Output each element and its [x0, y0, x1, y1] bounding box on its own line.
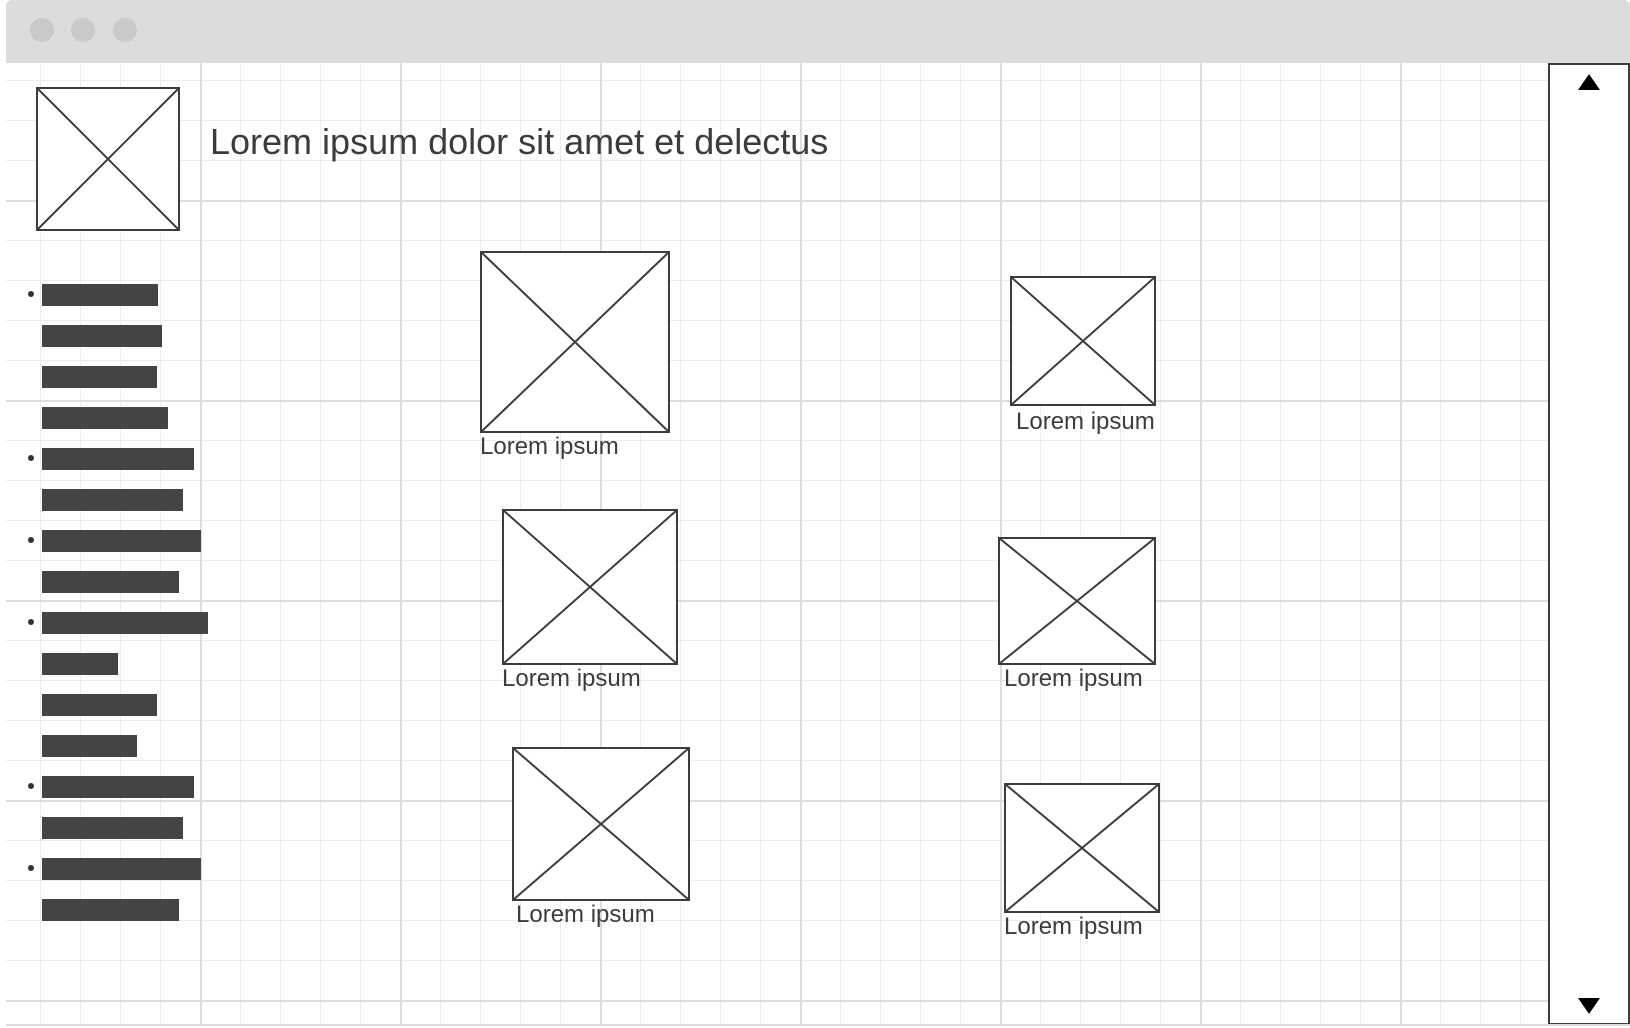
nav-item-text-placeholder	[42, 653, 118, 675]
gallery-image-placeholder-icon[interactable]	[1004, 783, 1160, 913]
gallery-image-placeholder-icon[interactable]	[1010, 276, 1156, 406]
browser-window: Lorem ipsum dolor sit amet et delectus L…	[6, 0, 1630, 1026]
nav-item-11[interactable]	[24, 685, 224, 726]
nav-item-5[interactable]	[24, 439, 224, 480]
nav-item-7[interactable]	[24, 521, 224, 562]
bullet-icon	[28, 455, 34, 461]
nav-item-text-placeholder	[42, 489, 183, 511]
nav-item-6[interactable]	[24, 480, 224, 521]
bullet-icon	[28, 865, 34, 871]
bullet-icon	[28, 537, 34, 543]
nav-item-3[interactable]	[24, 357, 224, 398]
gallery-caption-1: Lorem ipsum	[480, 433, 619, 460]
nav-item-text-placeholder	[42, 448, 194, 470]
nav-item-15[interactable]	[24, 849, 224, 890]
gallery-image-placeholder-icon[interactable]	[480, 251, 670, 433]
bullet-icon	[28, 783, 34, 789]
gallery-caption-6: Lorem ipsum	[1004, 913, 1143, 940]
sidebar-nav-list	[24, 275, 224, 959]
gallery-image-placeholder-icon[interactable]	[502, 509, 678, 665]
nav-item-12[interactable]	[24, 726, 224, 767]
gallery-caption-4: Lorem ipsum	[1004, 665, 1143, 692]
scroll-up-arrow-icon[interactable]	[1578, 74, 1600, 90]
bullet-icon	[28, 291, 34, 297]
nav-item-14[interactable]	[24, 808, 224, 849]
window-titlebar	[6, 0, 1630, 63]
window-close-dot[interactable]	[30, 18, 54, 42]
nav-item-text-placeholder	[42, 735, 137, 757]
gallery-image-placeholder-icon[interactable]	[998, 537, 1156, 665]
nav-item-1[interactable]	[24, 275, 224, 316]
nav-item-13[interactable]	[24, 767, 224, 808]
bullet-icon	[28, 619, 34, 625]
nav-item-text-placeholder	[42, 694, 157, 716]
scroll-down-arrow-icon[interactable]	[1578, 998, 1600, 1014]
gallery-caption-3: Lorem ipsum	[502, 665, 641, 692]
nav-item-text-placeholder	[42, 325, 162, 347]
nav-item-text-placeholder	[42, 284, 158, 306]
vertical-scrollbar[interactable]	[1548, 63, 1630, 1024]
page-title: Lorem ipsum dolor sit amet et delectus	[210, 121, 829, 162]
nav-item-text-placeholder	[42, 776, 194, 798]
nav-item-9[interactable]	[24, 603, 224, 644]
nav-item-text-placeholder	[42, 571, 179, 593]
nav-item-text-placeholder	[42, 612, 208, 634]
nav-item-text-placeholder	[42, 817, 183, 839]
window-minimize-dot[interactable]	[71, 18, 95, 42]
window-maximize-dot[interactable]	[113, 18, 137, 42]
nav-item-8[interactable]	[24, 562, 224, 603]
nav-item-16[interactable]	[24, 890, 224, 931]
gallery-caption-2: Lorem ipsum	[1016, 408, 1155, 435]
nav-item-text-placeholder	[42, 407, 168, 429]
nav-item-text-placeholder	[42, 899, 179, 921]
nav-item-10[interactable]	[24, 644, 224, 685]
wireframe-canvas: Lorem ipsum dolor sit amet et delectus L…	[6, 63, 1630, 1024]
nav-item-4[interactable]	[24, 398, 224, 439]
nav-item-text-placeholder	[42, 530, 201, 552]
nav-item-2[interactable]	[24, 316, 224, 357]
gallery-image-placeholder-icon[interactable]	[512, 747, 690, 901]
logo-image-placeholder-icon	[36, 87, 180, 231]
nav-item-text-placeholder	[42, 858, 201, 880]
nav-item-text-placeholder	[42, 366, 157, 388]
gallery-caption-5: Lorem ipsum	[516, 901, 655, 928]
